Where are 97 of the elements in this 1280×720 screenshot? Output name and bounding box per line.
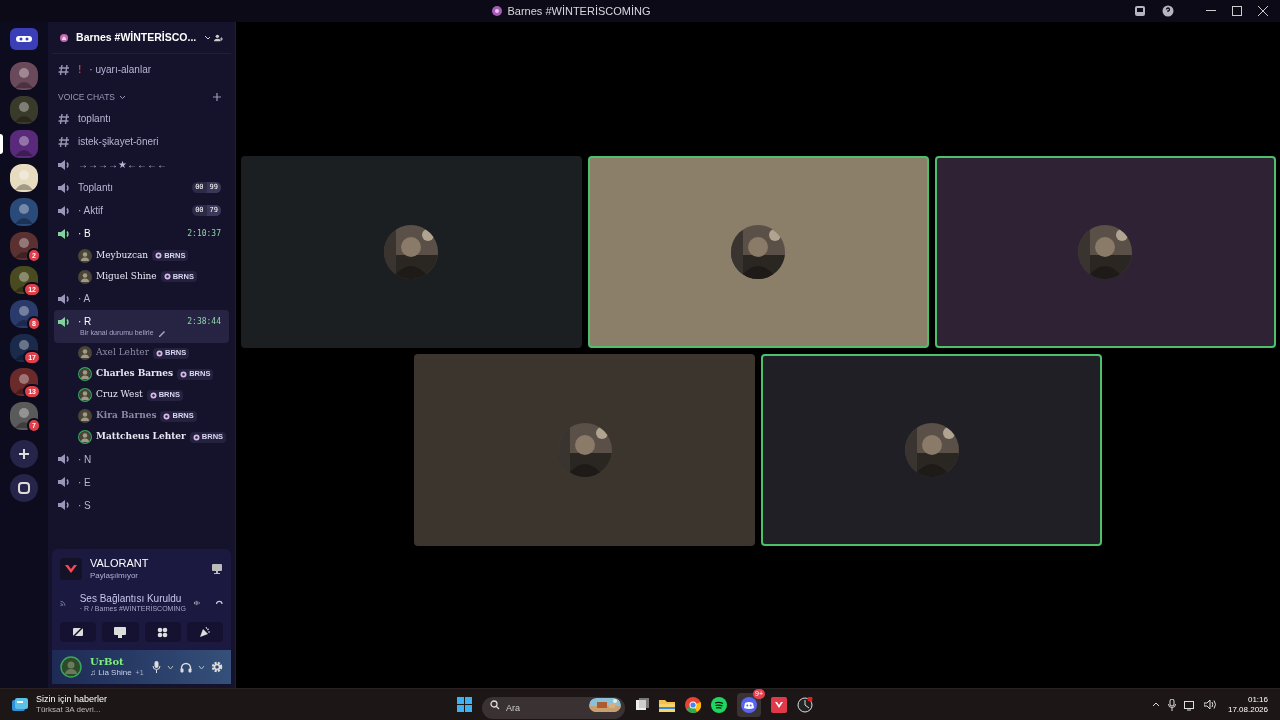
game-icon xyxy=(60,557,82,580)
search-icon xyxy=(490,699,501,710)
settings-icon[interactable] xyxy=(211,661,223,673)
user-name: Axel Lehter xyxy=(96,346,149,360)
app-icon[interactable] xyxy=(797,696,814,713)
camera-off-button[interactable] xyxy=(60,622,97,642)
username: UrBot xyxy=(90,655,125,669)
share-screen-button[interactable] xyxy=(102,622,139,642)
user-activity: ♫ Lia Shine xyxy=(90,668,132,679)
user-avatar[interactable] xyxy=(60,656,82,678)
user-name: Charles Barnes xyxy=(96,367,174,381)
activities-button[interactable] xyxy=(144,622,181,642)
server-icon[interactable] xyxy=(10,164,38,192)
add-server-icon[interactable] xyxy=(10,440,38,468)
task-view-icon[interactable] xyxy=(635,697,650,712)
pencil-icon[interactable] xyxy=(157,329,166,338)
server-name[interactable]: Barnes #WİNTERİSCO... xyxy=(76,29,197,46)
speaker-icon[interactable] xyxy=(1203,699,1216,710)
clock-time[interactable]: 01:16 xyxy=(1247,694,1268,705)
help-icon[interactable] xyxy=(1162,5,1174,17)
channel-name: · R xyxy=(78,315,92,329)
add-channel-icon[interactable] xyxy=(213,93,221,101)
server-icon xyxy=(60,31,69,44)
microphone-icon[interactable] xyxy=(152,661,161,673)
video-tile[interactable] xyxy=(240,156,582,348)
channel-name[interactable]: · Aktif xyxy=(78,203,103,218)
browser-icon[interactable] xyxy=(685,696,702,713)
hash-icon xyxy=(58,112,70,125)
hash-icon xyxy=(58,135,70,148)
news-text[interactable]: Türksat 3A devri... xyxy=(36,705,108,716)
chevron-icon[interactable] xyxy=(119,94,126,100)
clock-date[interactable]: 17.08.2026 xyxy=(1227,704,1268,715)
channel-name[interactable]: · N xyxy=(78,451,92,467)
flower-icon xyxy=(155,252,163,259)
chat-app-icon[interactable] xyxy=(741,696,758,713)
video-tile[interactable] xyxy=(934,156,1276,348)
minimize-icon[interactable] xyxy=(1206,10,1216,12)
flower-icon xyxy=(149,391,157,399)
channel-name[interactable]: →→→→★←←←← xyxy=(78,157,167,172)
camera-off-icon xyxy=(72,627,85,637)
grid-icon xyxy=(157,626,169,638)
alert-mark: ! xyxy=(78,63,82,77)
window-title: Barnes #WİNTERİSCOMİNG xyxy=(507,3,651,19)
server-icon[interactable] xyxy=(10,232,38,260)
video-tile[interactable] xyxy=(414,354,755,546)
connection-status: Ses Bağlantısı Kuruldu xyxy=(79,592,182,605)
server-icon[interactable] xyxy=(10,62,38,90)
screen-share-icon[interactable] xyxy=(211,562,223,575)
network-icon[interactable] xyxy=(1183,698,1196,711)
channel-name[interactable]: · uyarı-alanlar xyxy=(89,62,152,77)
channel-name[interactable]: · A xyxy=(78,291,91,306)
channel-name[interactable]: · B xyxy=(78,226,91,241)
music-app-icon[interactable] xyxy=(711,696,728,713)
selection-indicator xyxy=(0,134,3,154)
flower-icon xyxy=(180,370,188,378)
hash-icon xyxy=(58,63,70,76)
elapsed-time: 2:10:37 xyxy=(187,227,221,240)
flower-icon xyxy=(163,273,171,280)
chevron-icon[interactable] xyxy=(204,34,210,41)
sharing-status: Paylaşılmıyor xyxy=(90,570,139,581)
user-name: Miguel Shine xyxy=(96,269,157,283)
channel-name[interactable]: · S xyxy=(78,497,91,513)
server-icon[interactable] xyxy=(10,300,38,328)
inbox-icon[interactable] xyxy=(1134,5,1146,17)
user-name: Kira Barnes xyxy=(96,409,157,423)
maximize-icon[interactable] xyxy=(1232,6,1242,16)
channel-name[interactable]: Toplantı xyxy=(78,180,114,195)
close-icon[interactable] xyxy=(1258,6,1268,16)
news-icon[interactable] xyxy=(12,697,28,712)
elapsed-time: 2:38:44 xyxy=(187,315,221,328)
video-tile[interactable] xyxy=(587,156,929,348)
flower-icon xyxy=(156,349,163,357)
soundboard-button[interactable] xyxy=(186,622,223,642)
category-header[interactable]: VOICE CHATS xyxy=(58,90,115,104)
video-tile[interactable] xyxy=(761,354,1102,546)
explore-icon[interactable] xyxy=(10,474,38,502)
microphone-icon[interactable] xyxy=(1167,698,1176,711)
home-icon[interactable] xyxy=(10,28,38,50)
folder-icon[interactable] xyxy=(659,697,676,712)
screen-share-icon xyxy=(114,626,127,638)
server-icon xyxy=(491,5,504,17)
flower-icon xyxy=(192,433,200,441)
game-title: VALORANT xyxy=(90,557,149,571)
channel-name[interactable]: istek-şikayet-öneri xyxy=(78,134,159,149)
game-launcher-icon[interactable] xyxy=(771,696,788,713)
news-title[interactable]: Sizin için haberler xyxy=(36,693,108,706)
user-name: Meybuzcan xyxy=(96,248,149,262)
user-name: Cruz West xyxy=(96,388,143,402)
channel-name[interactable]: toplantı xyxy=(78,111,111,126)
party-popper-icon xyxy=(198,626,211,638)
chevron-icon[interactable] xyxy=(167,664,174,670)
headphones-icon[interactable] xyxy=(180,661,192,673)
flower-icon xyxy=(163,412,171,420)
channel-name[interactable]: · E xyxy=(78,474,91,490)
start-icon[interactable] xyxy=(457,697,473,712)
chevron-up-icon[interactable] xyxy=(1151,702,1160,707)
user-name: Mattcheus Lehter xyxy=(96,430,186,444)
